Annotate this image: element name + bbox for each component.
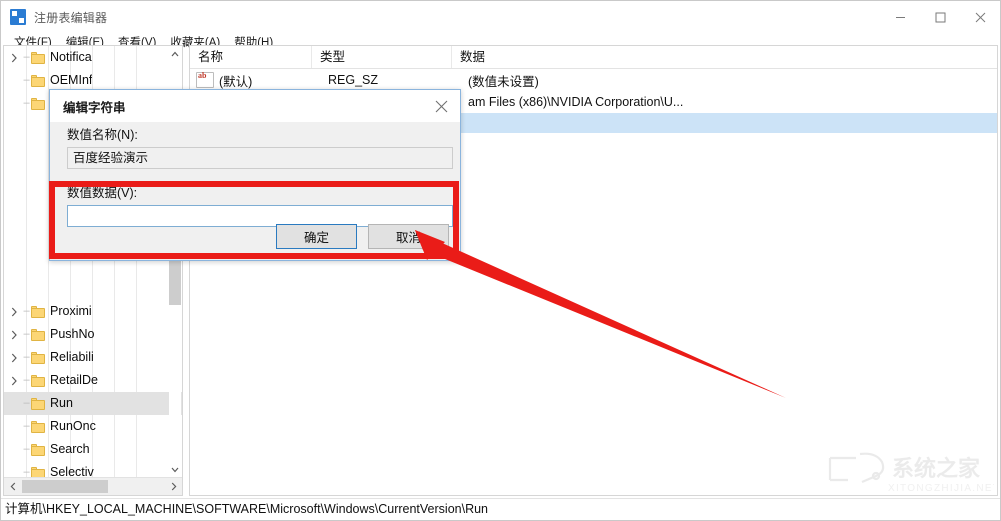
status-bar-path: 计算机\HKEY_LOCAL_MACHINE\SOFTWARE\Microsof… bbox=[5, 502, 488, 516]
tree-item-run[interactable]: – Run bbox=[4, 392, 182, 415]
dialog-title: 编辑字符串 bbox=[63, 100, 126, 115]
tree-item-label: Search bbox=[50, 442, 90, 456]
tree-connector-line: – bbox=[23, 351, 30, 363]
folder-icon bbox=[31, 443, 45, 456]
tree-connector-line: – bbox=[23, 374, 30, 386]
folder-icon bbox=[31, 374, 45, 387]
folder-icon bbox=[31, 305, 45, 318]
window-controls bbox=[880, 1, 1000, 33]
watermark-en: XITONGZHIJIA.NET bbox=[888, 483, 994, 494]
tree-connector-line: – bbox=[23, 443, 30, 455]
chevron-right-icon[interactable] bbox=[6, 369, 22, 392]
tree-scroll-up-button[interactable] bbox=[169, 47, 181, 61]
tree-connector-line: – bbox=[23, 51, 30, 63]
tree-item-retailde[interactable]: – RetailDe bbox=[4, 369, 182, 392]
chevron-right-icon[interactable] bbox=[6, 323, 22, 346]
tree-item-search[interactable]: – Search bbox=[4, 438, 182, 461]
tree-connector-line: – bbox=[23, 466, 30, 478]
folder-icon bbox=[31, 351, 45, 364]
tree-item-notifica[interactable]: – Notifica bbox=[4, 46, 182, 69]
value-name-input[interactable]: 百度经验演示 bbox=[67, 147, 453, 169]
tree-connector-line: – bbox=[23, 97, 30, 109]
tree-expander-placeholder bbox=[6, 92, 22, 115]
tree-horizontal-scrollbar[interactable] bbox=[4, 477, 182, 495]
chevron-right-icon[interactable] bbox=[6, 300, 22, 323]
tree-connector-line: – bbox=[23, 74, 30, 86]
tree-item-pushno[interactable]: – PushNo bbox=[4, 323, 182, 346]
tree-item-label: Run bbox=[50, 396, 73, 410]
window-title: 注册表编辑器 bbox=[34, 10, 108, 25]
folder-icon bbox=[31, 328, 45, 341]
cell-data: am Files (x86)\NVIDIA Corporation\U... bbox=[468, 95, 684, 109]
folder-icon bbox=[31, 51, 45, 64]
annotation-highlight-rect bbox=[49, 181, 459, 259]
cell-type: REG_SZ bbox=[328, 73, 379, 87]
string-value-icon bbox=[196, 71, 214, 88]
tree-expander-placeholder bbox=[6, 415, 22, 438]
tree-connector-line: – bbox=[23, 305, 30, 317]
status-bar: 计算机\HKEY_LOCAL_MACHINE\SOFTWARE\Microsof… bbox=[1, 498, 1000, 520]
folder-icon bbox=[31, 397, 45, 410]
tree-hscroll-right-button[interactable] bbox=[165, 478, 182, 495]
close-button[interactable] bbox=[960, 1, 1000, 33]
tree-hscroll-thumb[interactable] bbox=[22, 480, 108, 493]
cell-name: (默认) bbox=[219, 74, 253, 89]
dialog-title-bar: 编辑字符串 bbox=[50, 90, 460, 122]
tree-expander-placeholder bbox=[6, 461, 22, 478]
watermark: 系统之家 XITONGZHIJIA.NET bbox=[828, 452, 994, 494]
column-header-type[interactable]: 类型 bbox=[312, 46, 452, 68]
column-header-data[interactable]: 数据 bbox=[452, 46, 992, 68]
chevron-right-icon[interactable] bbox=[6, 346, 22, 369]
table-row[interactable]: (默认) REG_SZ (数值未设置) bbox=[190, 69, 997, 91]
tree-hscroll-left-button[interactable] bbox=[4, 478, 21, 495]
maximize-button[interactable] bbox=[920, 1, 960, 33]
tree-expander-placeholder bbox=[6, 69, 22, 92]
tree-item-proximi[interactable]: – Proximi bbox=[4, 300, 182, 323]
tree-scroll-thumb[interactable] bbox=[169, 261, 181, 305]
tree-item-label: RunOnc bbox=[50, 419, 96, 433]
title-bar: 注册表编辑器 bbox=[1, 1, 1000, 33]
registry-editor-window: 注册表编辑器 文件(F) 编辑(E) 查看(V) 收藏夹(A) 帮助(H) – … bbox=[0, 0, 1001, 521]
tree-item-label: Notifica bbox=[50, 50, 92, 64]
registry-icon bbox=[10, 9, 26, 25]
tree-expander-placeholder bbox=[6, 438, 22, 461]
tree-scroll-down-button[interactable] bbox=[169, 463, 181, 477]
folder-icon bbox=[31, 74, 45, 87]
folder-icon bbox=[31, 97, 45, 110]
value-name-label: 数值名称(N): bbox=[67, 128, 138, 142]
dialog-close-icon[interactable] bbox=[422, 90, 460, 122]
tree-item-label: RetailDe bbox=[50, 373, 98, 387]
list-header-row: 名称 类型 数据 bbox=[190, 46, 997, 69]
tree-connector-line: – bbox=[23, 397, 30, 409]
tree-item-runonc[interactable]: – RunOnc bbox=[4, 415, 182, 438]
minimize-button[interactable] bbox=[880, 1, 920, 33]
tree-expander-placeholder bbox=[6, 392, 22, 415]
tree-item-reliabili[interactable]: – Reliabili bbox=[4, 346, 182, 369]
watermark-cn: 系统之家 bbox=[892, 456, 981, 481]
chevron-right-icon[interactable] bbox=[6, 46, 22, 69]
tree-item-label: Reliabili bbox=[50, 350, 94, 364]
column-header-name[interactable]: 名称 bbox=[190, 46, 312, 68]
tree-item-selectiv[interactable]: – Selectiv bbox=[4, 461, 182, 478]
tree-connector-line: – bbox=[23, 328, 30, 340]
tree-item-label: Proximi bbox=[50, 304, 92, 318]
tree-item-label: PushNo bbox=[50, 327, 95, 341]
cell-data: (数值未设置) bbox=[468, 74, 539, 89]
folder-icon bbox=[31, 420, 45, 433]
tree-connector-line: – bbox=[23, 420, 30, 432]
tree-item-label: Selectiv bbox=[50, 465, 94, 478]
